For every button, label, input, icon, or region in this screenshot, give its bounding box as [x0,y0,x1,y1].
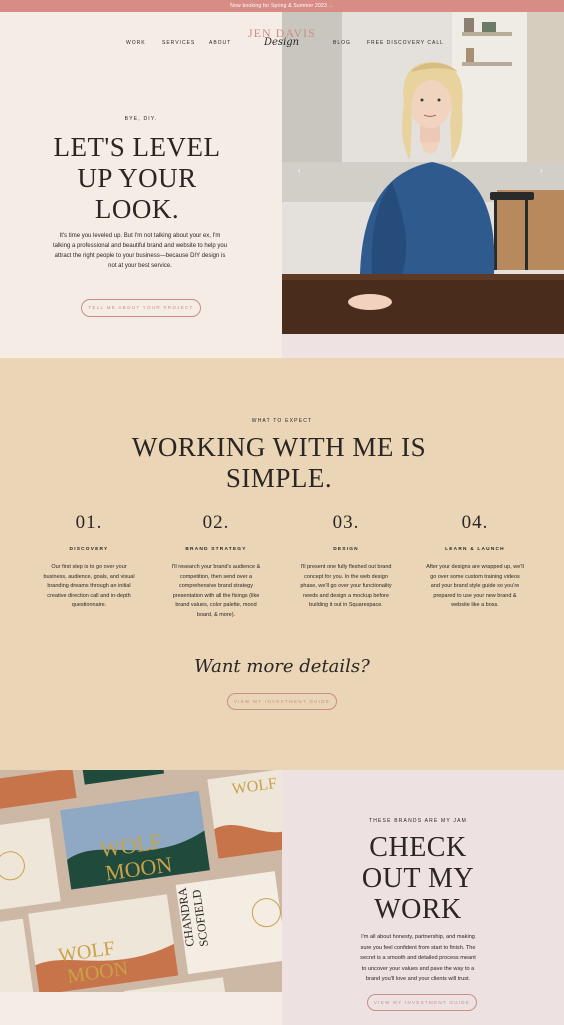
work-body-line: brand you'll love and your clients will … [365,976,471,982]
step-description-line: comprehensive brand strategy [179,583,253,589]
work-heading-line: CHECK [369,832,467,863]
step-number: 04. [461,512,489,533]
step-description-line: I'll research your brand's audience & [171,564,261,570]
nav-free-call[interactable]: FREE DISCOVERY CALL [367,40,444,46]
process-heading-line: SIMPLE. [225,463,333,493]
work-section: WOLF MOON WOLF MOON CHANDRA SCOFIELD WOL… [0,770,564,1025]
hero-heading-line: LET'S LEVEL [53,132,221,162]
portfolio-mockup: WOLF MOON WOLF MOON CHANDRA SCOFIELD WOL… [0,770,282,1025]
chevron-right-icon[interactable]: › [540,166,543,175]
work-text-panel: THESE BRANDS ARE MY JAM CHECK OUT MY WOR… [282,770,564,1025]
hero-body-line: talking a professional and beautiful bra… [52,243,228,249]
step-description-line: business, audience, goals, and visual [43,573,135,580]
nav-blog[interactable]: BLOG [333,40,351,46]
step-title: BRAND STRATEGY [185,547,247,552]
work-body-line: sure you feel confident from start to fi… [360,944,476,951]
work-body-line: to uncover your values and pave the way … [361,965,475,972]
nav-services[interactable]: SERVICES [162,40,195,46]
chevron-left-icon[interactable]: ‹ [298,166,301,175]
hero-body: It's time you leveled up. But I'm not ta… [30,231,250,271]
hero-cta-button[interactable]: TELL ME ABOUT YOUR PROJECT [81,299,201,317]
step-description: Our first step is to go over your busine… [26,563,152,611]
process-step: 01. DISCOVERY Our first step is to go ov… [26,512,152,611]
step-number: 01. [75,512,103,533]
want-more-details-script: Want more details? [194,656,370,677]
step-description-line: prepared to use your new brand & [433,592,517,599]
hero-body-line: attract the right people to your busines… [54,253,226,259]
hero-portrait-illustration [282,12,564,334]
work-investment-guide-button[interactable]: VIEW MY INVESTMENT GUIDE [367,994,477,1011]
process-heading: WORKING WITH ME IS SIMPLE. [0,432,558,494]
process-step: 02. BRAND STRATEGY I'll research your br… [153,512,279,620]
work-heading: CHECK OUT MY WORK [282,832,554,925]
process-investment-guide-button[interactable]: VIEW MY INVESTMENT GUIDE [227,693,337,710]
step-number: 03. [332,512,360,533]
hero-eyebrow: BYE, DIY. [124,116,158,122]
step-description-line: go over some custom training videos [430,573,520,580]
work-body-line: I'm all about honesty, partnership, and … [361,934,475,940]
hero-heading: LET'S LEVEL UP YOUR LOOK. [0,132,274,225]
hero-photo: ‹ › [282,12,564,334]
hero-heading-line: UP YOUR [77,163,197,193]
step-title: DISCOVERY [69,547,109,552]
process-heading-line: WORKING WITH ME IS [131,432,427,462]
step-description-line: board, & more). [196,611,236,618]
step-description-line: phase, we'll go over your functionality [300,583,392,589]
hero-divider-strip [282,334,564,358]
announcement-bar[interactable]: Now booking for Spring & Summer 2023 → [0,0,564,12]
step-number: 02. [202,512,230,533]
step-description-line: branding dreams through an initial [47,583,131,589]
process-step: 04. LEARN & LAUNCH After your designs ar… [412,512,538,611]
step-description: I'll present one fully fleshed out brand… [283,563,409,611]
step-description-line: creative direction call and in-depth [47,592,131,599]
logo-script: Design [264,37,300,48]
process-section: WHAT TO EXPECT WORKING WITH ME IS SIMPLE… [0,358,564,770]
logo[interactable]: JEN DAVIS Design [246,26,318,52]
business-cards-illustration: WOLF MOON WOLF MOON CHANDRA SCOFIELD WOL… [0,770,282,1025]
step-description-line: Our first step is to go over your [51,564,127,570]
step-description: After your designs are wrapped up, we'll… [412,563,538,611]
work-body: I'm all about honesty, partnership, and … [308,932,528,985]
step-description-line: brand values, color palette, mood [175,602,257,608]
step-description: I'll research your brand's audience & co… [153,563,279,620]
nav-work[interactable]: WORK [126,40,146,46]
step-description-line: competition, then send over a [179,573,253,580]
step-description-line: building it out in Squarespace. [309,602,383,608]
step-description-line: After your designs are wrapped up, we'll [426,564,524,570]
step-description-line: presentation with all the fixings (like [172,592,260,599]
step-description-line: and your brand style guide so you're [430,583,520,589]
work-eyebrow: THESE BRANDS ARE MY JAM [368,818,468,824]
step-description-line: I'll present one fully fleshed out brand [300,564,392,570]
work-heading-line: WORK [374,894,462,925]
hero-body-line: not at your best service. [108,263,172,269]
hero-heading-line: LOOK. [94,194,180,224]
process-step: 03. DESIGN I'll present one fully fleshe… [283,512,409,611]
step-description-line: needs and design a mockup before [303,592,389,599]
work-heading-line: OUT MY [361,863,475,894]
hero-section: ‹ › WORK SERVICES ABOUT JEN DAVIS Design… [0,12,564,358]
work-body-line: secret is a smooth and detailed process … [360,955,476,961]
step-title: DESIGN [333,547,359,552]
process-eyebrow: WHAT TO EXPECT [251,418,313,424]
step-description-line: concept for you. In the web design [304,573,388,580]
step-title: LEARN & LAUNCH [445,547,505,552]
portfolio-bottom-strip [0,992,282,1025]
hero-body-line: It's time you leveled up. But I'm not ta… [59,233,221,239]
step-description-line: website like a boss. [451,602,499,608]
step-description-line: questionnaire. [71,602,107,608]
nav-about[interactable]: ABOUT [209,40,231,46]
